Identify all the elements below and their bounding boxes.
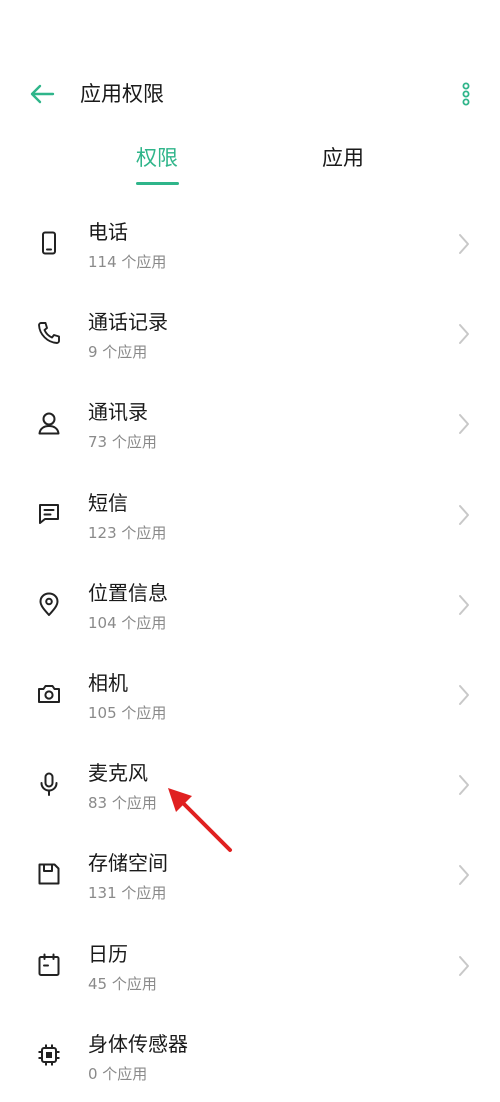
permission-item-microphone[interactable]: 麦克风 83 个应用: [0, 741, 500, 831]
location-icon: [39, 592, 59, 616]
chevron-right-icon: [459, 324, 469, 345]
active-tab-indicator: [136, 182, 179, 185]
permission-title: 相机: [88, 670, 128, 695]
calendar-icon: [38, 953, 60, 976]
permission-title: 日历: [88, 941, 128, 966]
permission-app-count: 73 个应用: [88, 433, 157, 452]
permission-app-count: 104 个应用: [88, 613, 167, 632]
call-log-icon: [38, 322, 60, 345]
chevron-right-icon: [459, 955, 469, 976]
permission-app-count: 83 个应用: [88, 794, 157, 813]
permission-title: 麦克风: [88, 761, 148, 786]
chevron-right-icon: [459, 684, 469, 705]
chevron-right-icon: [459, 865, 469, 886]
chevron-right-icon: [459, 594, 469, 615]
permission-app-count: 9 个应用: [88, 343, 148, 362]
chevron-right-icon: [459, 504, 469, 525]
permission-title: 短信: [88, 490, 128, 515]
app-bar: 应用权限: [0, 62, 500, 126]
permission-title: 身体传感器: [88, 1031, 188, 1056]
permission-list: 电话 114 个应用 通话记录 9 个应用 通讯录 73 个应用 短信 123 …: [0, 200, 500, 1102]
permission-item-calendar[interactable]: 日历 45 个应用: [0, 922, 500, 1012]
storage-icon: [38, 863, 60, 885]
permission-app-count: 45 个应用: [88, 974, 157, 993]
permission-item-body-sensors[interactable]: 身体传感器 0 个应用: [0, 1012, 500, 1102]
permission-title: 存储空间: [88, 851, 168, 876]
permission-title: 通讯录: [88, 400, 148, 425]
permission-app-count: 123 个应用: [88, 523, 167, 542]
sms-icon: [39, 503, 59, 524]
chevron-right-icon: [459, 414, 469, 435]
permission-item-phone[interactable]: 电话 114 个应用: [0, 200, 500, 290]
page-title: 应用权限: [80, 82, 164, 106]
permission-item-call-log[interactable]: 通话记录 9 个应用: [0, 290, 500, 380]
back-arrow-icon: [30, 84, 55, 104]
microphone-icon: [40, 772, 58, 797]
permission-item-location[interactable]: 位置信息 104 个应用: [0, 561, 500, 651]
phone-icon: [42, 231, 56, 255]
tab-permissions[interactable]: 权限: [122, 138, 192, 186]
permission-app-count: 114 个应用: [88, 253, 167, 271]
permission-title: 位置信息: [88, 580, 168, 605]
permission-item-camera[interactable]: 相机 105 个应用: [0, 651, 500, 741]
chevron-right-icon: [459, 775, 469, 796]
permission-item-storage[interactable]: 存储空间 131 个应用: [0, 831, 500, 921]
permission-item-sms[interactable]: 短信 123 个应用: [0, 471, 500, 561]
more-options-button[interactable]: [454, 78, 478, 110]
contacts-icon: [38, 412, 60, 435]
back-button[interactable]: [26, 78, 58, 110]
chevron-right-icon: [459, 234, 469, 254]
permission-app-count: 131 个应用: [88, 884, 167, 903]
tab-bar: 权限 应用: [0, 138, 500, 190]
permission-app-count: 0 个应用: [88, 1064, 148, 1083]
more-vertical-icon: [462, 82, 470, 106]
permission-app-count: 105 个应用: [88, 703, 167, 722]
permission-title: 电话: [88, 220, 128, 244]
tab-apps[interactable]: 应用: [308, 138, 378, 186]
camera-icon: [38, 684, 60, 703]
body-sensor-icon: [38, 1044, 60, 1066]
permission-title: 通话记录: [88, 310, 168, 335]
permission-item-contacts[interactable]: 通讯录 73 个应用: [0, 380, 500, 470]
